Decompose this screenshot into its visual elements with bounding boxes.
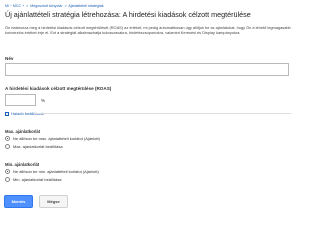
name-label: Név (5, 56, 14, 61)
min-bid-option-set[interactable]: Min. ajánlatkorlát beállítása (5, 177, 61, 182)
roas-label: A hirdetési kiadások célzott megtérülése… (5, 86, 112, 91)
radio-icon[interactable] (5, 144, 10, 149)
min-bid-option-set-label: Min. ajánlatkorlát beállítása (13, 177, 62, 182)
max-bid-option-none[interactable]: Ne állítson be max. ajánlattételi korlát… (5, 136, 100, 141)
breadcrumb-separator: > (26, 4, 29, 8)
min-bid-option-none-label: Ne állítson be min. ajánlattételi korlát… (13, 169, 99, 174)
breadcrumb-item-bid-strategies[interactable]: Ajánlattételi stratégiák (68, 4, 103, 8)
radio-selected-icon[interactable] (5, 136, 10, 141)
breadcrumb-item-account[interactable]: Mi ~ MCC + (5, 4, 24, 8)
max-bid-section-title: Max. ajánlatkorlát (5, 129, 41, 134)
breadcrumb-item-shared-library[interactable]: Megosztott könyvtár (30, 4, 62, 8)
breadcrumb-separator: > (64, 4, 67, 8)
max-bid-option-set[interactable]: Max. ajánlatkorlát beállítása (5, 144, 63, 149)
roas-input[interactable] (5, 94, 36, 106)
page-title: Új ajánlattételi stratégia létrehozása: … (5, 10, 251, 19)
roas-row: % (5, 94, 45, 106)
max-bid-option-none-label: Ne állítson be max. ajánlattételi korlát… (13, 136, 100, 141)
name-input[interactable] (5, 63, 289, 76)
percent-unit: % (41, 97, 46, 103)
radio-icon[interactable] (5, 177, 10, 182)
intro-text: Ön határozza meg a hirdetési kiadások cé… (5, 25, 291, 36)
collapse-icon: − (5, 111, 9, 116)
page-container: Mi ~ MCC + > Megosztott könyvtár > Ajánl… (5, 4, 296, 35)
save-button[interactable]: Mentés (4, 195, 33, 208)
breadcrumb: Mi ~ MCC + > Megosztott könyvtár > Ajánl… (5, 4, 296, 9)
divider (34, 113, 291, 114)
min-bid-section-title: Min. ajánlatkorlát (5, 162, 40, 167)
min-bid-option-none[interactable]: Ne állítson be min. ajánlattételi korlát… (5, 169, 99, 174)
radio-selected-icon[interactable] (5, 169, 10, 174)
max-bid-option-set-label: Max. ajánlatkorlát beállítása (13, 144, 63, 149)
cancel-button[interactable]: Mégse (39, 195, 68, 208)
